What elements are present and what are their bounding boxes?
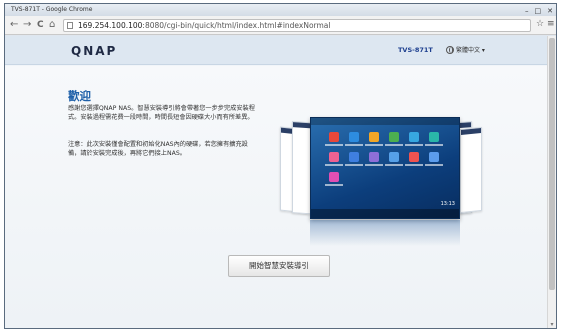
bookmark-star-icon[interactable]: ☆ [536,19,544,29]
preview-app-icon [389,152,399,162]
language-label: 繁體中文 ▾ [456,47,485,54]
preview-app-icon [429,152,439,162]
preview-app-icon [409,132,419,142]
screenshot-frame: TVS-871T - Google Chrome – □ ✕ ← → C ⌂ 1… [0,0,565,334]
preview-clock: 13:13 [440,201,455,207]
page-scrollbar[interactable]: ▾ [547,36,556,328]
preview-app-icon [349,152,359,162]
preview-topbar [311,118,459,125]
language-selector[interactable]: 繁體中文 ▾ [446,45,485,54]
maximize-button[interactable]: □ [535,5,542,15]
preview-app-icon [409,152,419,162]
welcome-note: 注意：此次安裝僅會配置和初始化NAS內的硬碟，若您擁有擴充設備，請於安裝完成後，… [68,141,248,157]
preview-app-icon [349,132,359,142]
preview-app-icon [329,132,339,142]
desktop-preview-image: 13:13 [280,114,482,254]
minimize-button[interactable]: – [525,5,529,15]
welcome-title: 歡迎 [68,89,91,103]
preview-app-label [425,144,443,146]
qnap-logo: QNAP [71,44,118,58]
qnap-header: QNAP TVS-871T 繁體中文 ▾ [5,36,549,65]
preview-app-label [405,144,423,146]
preview-app-label [365,144,383,146]
preview-app-icon [369,132,379,142]
window-titlebar: TVS-871T - Google Chrome – □ ✕ [5,4,556,16]
reload-icon[interactable]: C [37,19,44,31]
forward-icon[interactable]: → [23,19,31,31]
preview-app-icon [429,132,439,142]
qts-desktop-preview: 13:13 [310,117,460,219]
page-viewport: QNAP TVS-871T 繁體中文 ▾ 歡迎 感謝您選擇QNAP NAS。智慧… [5,36,549,328]
preview-reflection [310,220,460,246]
page-icon [67,22,73,29]
preview-app-label [425,164,443,166]
preview-app-label [385,164,403,166]
preview-app-icon [329,172,339,182]
home-icon[interactable]: ⌂ [49,19,55,31]
browser-window: TVS-871T - Google Chrome – □ ✕ ← → C ⌂ 1… [4,3,557,329]
address-bar[interactable]: 169.254.100.100:8080/cgi-bin/quick/html/… [63,19,531,32]
preview-app-icon [389,132,399,142]
preview-app-label [325,164,343,166]
preview-app-label [365,164,383,166]
preview-app-label [405,164,423,166]
close-button[interactable]: ✕ [547,5,553,15]
preview-app-label [325,184,343,186]
preview-app-label [345,144,363,146]
window-title: TVS-871T - Google Chrome [11,6,93,13]
welcome-intro: 感謝您選擇QNAP NAS。智慧安裝導引將會帶著您一步步完成安裝程式。安裝過程需… [68,105,255,121]
preview-app-label [325,144,343,146]
preview-app-icon [369,152,379,162]
scroll-down-arrow-icon[interactable]: ▾ [549,322,555,328]
preview-app-label [345,164,363,166]
url-path: :8080/cgi-bin/quick/html/index.html#inde… [142,21,331,30]
start-smart-installation-button[interactable]: 開始智慧安裝導引 [228,255,330,277]
device-model: TVS-871T [398,46,433,54]
preview-app-icon [329,152,339,162]
globe-icon [446,45,454,54]
preview-taskbar [311,209,459,218]
preview-app-label [385,144,403,146]
preview-window-right-back [460,126,482,214]
browser-toolbar: ← → C ⌂ 169.254.100.100:8080/cgi-bin/qui… [5,16,556,35]
url-host: 169.254.100.100 [78,21,143,30]
scrollbar-thumb[interactable] [549,38,555,290]
window-controls: – □ ✕ [525,5,553,15]
back-icon[interactable]: ← [10,19,18,31]
chrome-menu-icon[interactable]: ≡ [547,19,555,29]
